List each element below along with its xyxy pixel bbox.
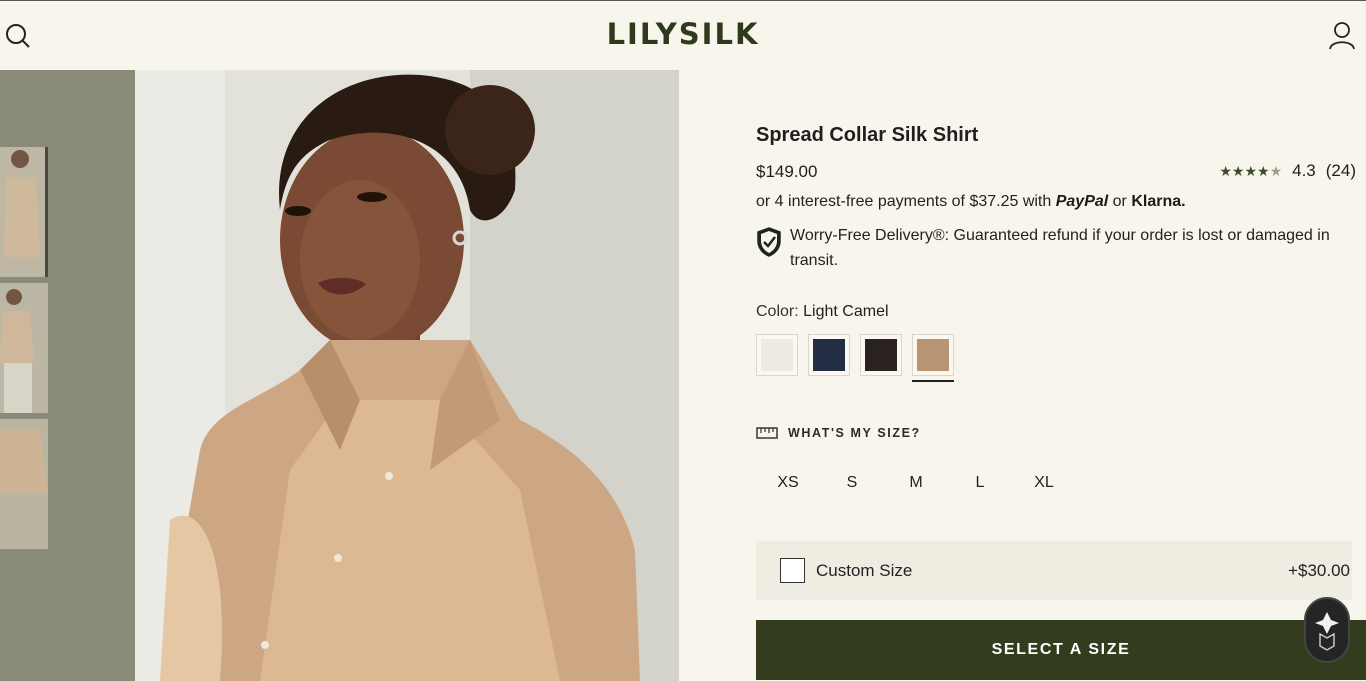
size-guide-label: WHAT'S MY SIZE? (788, 426, 921, 440)
ruler-icon (756, 427, 778, 439)
size-options: XS S M L XL (756, 466, 1076, 500)
swatch-fill (813, 339, 845, 371)
site-header: LILYSILK (0, 0, 1366, 70)
star-icon: ★ (1244, 163, 1257, 179)
installment-with: with (1018, 193, 1056, 210)
product-photo (0, 70, 679, 681)
star-icon: ★ (1231, 163, 1245, 179)
selected-color: Light Camel (803, 303, 889, 320)
size-option-m[interactable]: M (884, 466, 948, 500)
thumbnail-strip (0, 147, 52, 555)
chat-assistant-icon (1315, 612, 1339, 651)
review-count[interactable]: (24) (1326, 161, 1356, 181)
paypal-logo[interactable]: PayPal (1056, 193, 1108, 210)
size-option-s[interactable]: S (820, 466, 884, 500)
installment-amount: $37.25 (969, 193, 1019, 210)
color-label-text: Color: (756, 303, 799, 320)
swatch-fill (761, 339, 793, 371)
star-half-icon: ★ (1269, 163, 1283, 179)
thumbnail-image[interactable] (0, 419, 48, 549)
size-guide-link[interactable]: WHAT'S MY SIZE? (756, 426, 921, 440)
size-option-xs[interactable]: XS (756, 466, 820, 500)
select-size-button[interactable]: SELECT A SIZE (756, 620, 1366, 680)
swatch-black[interactable] (860, 334, 902, 376)
size-option-l[interactable]: L (948, 466, 1012, 500)
user-icon[interactable] (1328, 21, 1356, 51)
chat-assistant-button[interactable] (1304, 597, 1350, 663)
delivery-text: Worry-Free Delivery®: Guaranteed refund … (790, 223, 1356, 273)
star-icon: ★ (1257, 163, 1270, 179)
swatch-ivory[interactable] (756, 334, 798, 376)
size-option-xl[interactable]: XL (1012, 466, 1076, 500)
swatch-fill (865, 339, 897, 371)
rating-value: 4.3 (1292, 161, 1316, 180)
swatch-fill (917, 339, 949, 371)
custom-size-price: +$30.00 (1288, 560, 1350, 580)
shield-check-icon (757, 227, 781, 257)
thumbnail-image[interactable] (0, 283, 48, 413)
swatch-navy[interactable] (808, 334, 850, 376)
rating-stars: ★ ★ ★ ★ ★ (1219, 164, 1282, 178)
klarna-logo[interactable]: Klarna. (1131, 193, 1185, 210)
custom-size-checkbox[interactable] (780, 558, 805, 583)
color-label: Color: Light Camel (756, 303, 889, 321)
product-gallery (0, 70, 679, 681)
product-price: $149.00 (756, 162, 818, 181)
color-swatches (756, 334, 954, 382)
thumbnail-image[interactable] (0, 147, 48, 277)
brand-logo[interactable]: LILYSILK (0, 17, 1366, 51)
delivery-title: Worry-Free Delivery®: (790, 227, 950, 244)
swatch-light-camel[interactable] (912, 334, 954, 382)
custom-size-label: Custom Size (816, 560, 913, 580)
delivery-guarantee: Worry-Free Delivery®: Guaranteed refund … (756, 223, 1356, 273)
product-rating[interactable]: ★ ★ ★ ★ ★ 4.3 (24) (1219, 161, 1356, 181)
custom-size-option[interactable]: Custom Size +$30.00 (756, 541, 1352, 600)
installment-prefix: or 4 interest-free payments of (756, 193, 970, 210)
star-icon: ★ (1219, 163, 1232, 179)
installment-or: or (1108, 193, 1132, 210)
product-title: Spread Collar Silk Shirt (756, 124, 979, 146)
installment-info: or 4 interest-free payments of $37.25 wi… (756, 193, 1186, 211)
